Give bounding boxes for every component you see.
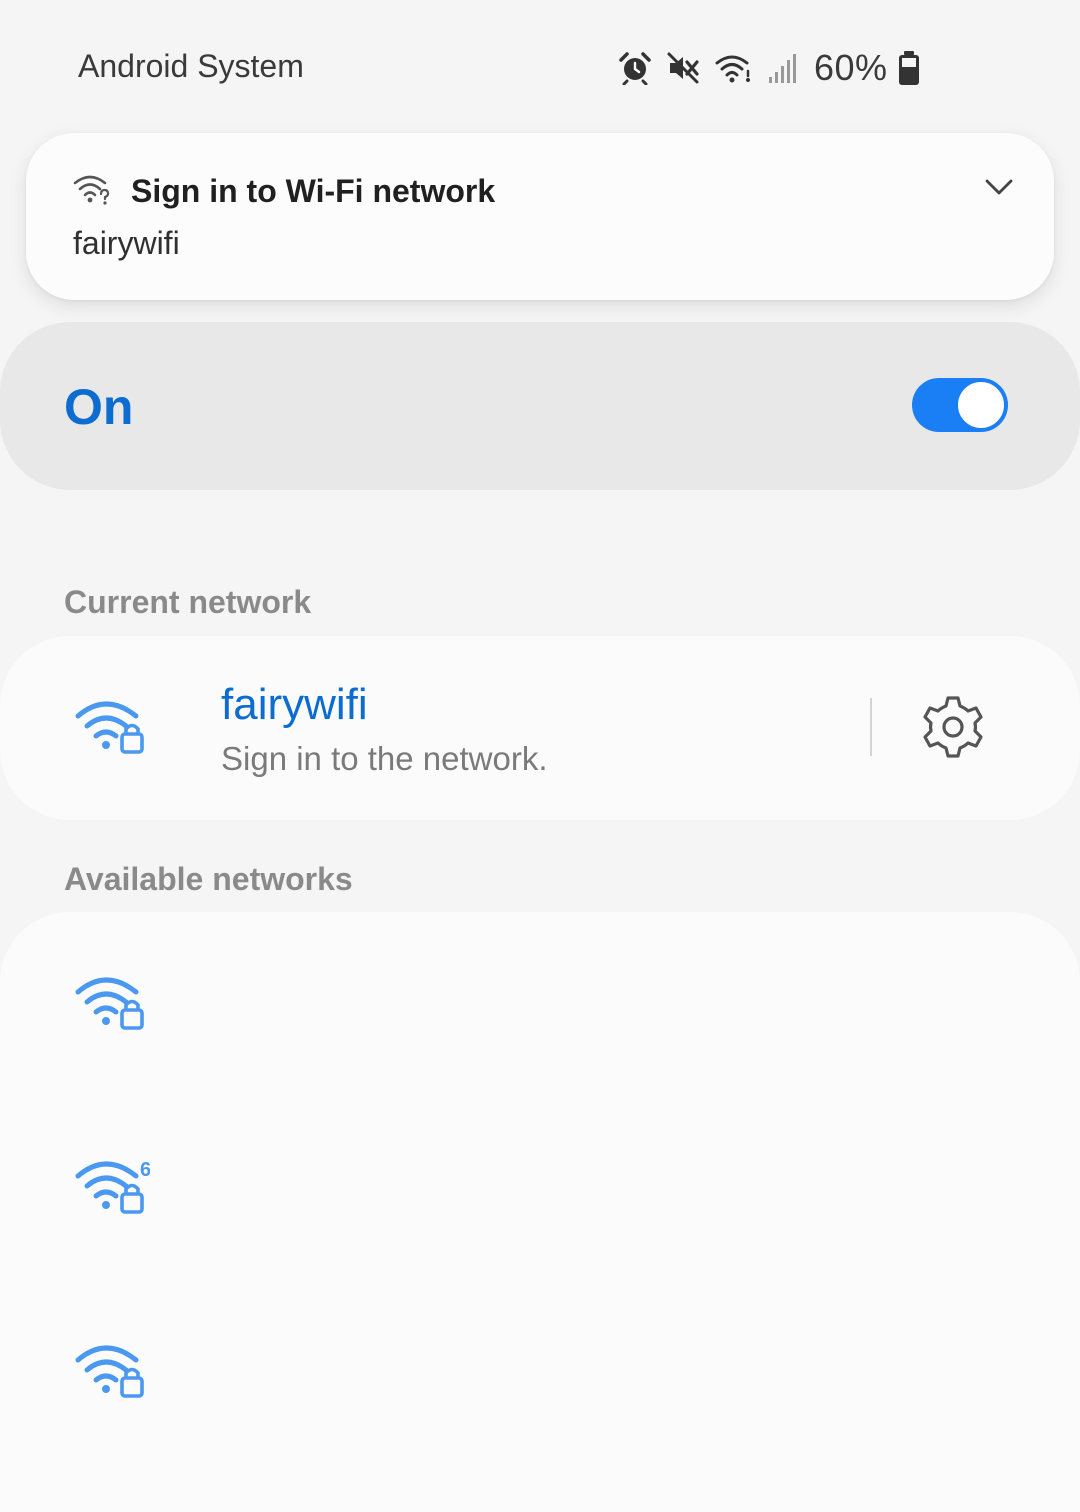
gear-icon[interactable] bbox=[920, 694, 986, 760]
wifi-lock-icon bbox=[74, 696, 148, 763]
battery-percent: 60% bbox=[814, 47, 888, 88]
vibrate-mute-icon bbox=[666, 51, 700, 85]
wifi-toggle-switch[interactable] bbox=[912, 378, 1008, 432]
wifi-master-toggle-row[interactable]: On bbox=[0, 322, 1080, 490]
switch-knob bbox=[956, 380, 1006, 430]
wifi-toggle-label: On bbox=[64, 379, 134, 435]
network-list-item[interactable] bbox=[0, 1280, 1080, 1464]
status-bar: Android System 60% bbox=[0, 0, 1080, 130]
current-network-status: Sign in to the network. bbox=[221, 740, 548, 777]
wifi6-lock-icon: 6 bbox=[74, 1156, 151, 1223]
current-network-name: fairywifi bbox=[221, 680, 368, 729]
divider bbox=[870, 698, 872, 756]
available-networks-card: 6 bbox=[0, 912, 1080, 1512]
svg-text:6: 6 bbox=[140, 1159, 150, 1181]
network-list-item[interactable] bbox=[0, 912, 1080, 1096]
current-network-card[interactable]: fairywifi Sign in to the network. bbox=[0, 636, 1080, 820]
notification-title: Sign in to Wi-Fi network bbox=[131, 173, 496, 209]
wifi-lock-icon bbox=[74, 1340, 148, 1407]
available-networks-header: Available networks bbox=[64, 861, 353, 897]
signal-icon bbox=[768, 51, 798, 85]
battery-icon bbox=[896, 50, 922, 86]
wifi-lock-icon bbox=[74, 972, 148, 1039]
chevron-down-icon[interactable] bbox=[984, 177, 1014, 202]
status-bar-app-title: Android System bbox=[78, 48, 304, 84]
network-list-item[interactable]: 6 bbox=[0, 1096, 1080, 1280]
wifi-question-icon bbox=[714, 51, 754, 85]
status-icons: 60% bbox=[618, 44, 922, 92]
wifi-question-icon bbox=[72, 171, 112, 210]
alarm-icon bbox=[618, 51, 652, 85]
notification-subtitle: fairywifi bbox=[73, 225, 180, 261]
sign-in-notification[interactable]: Sign in to Wi-Fi network fairywifi bbox=[26, 133, 1054, 300]
current-network-header: Current network bbox=[64, 584, 312, 620]
